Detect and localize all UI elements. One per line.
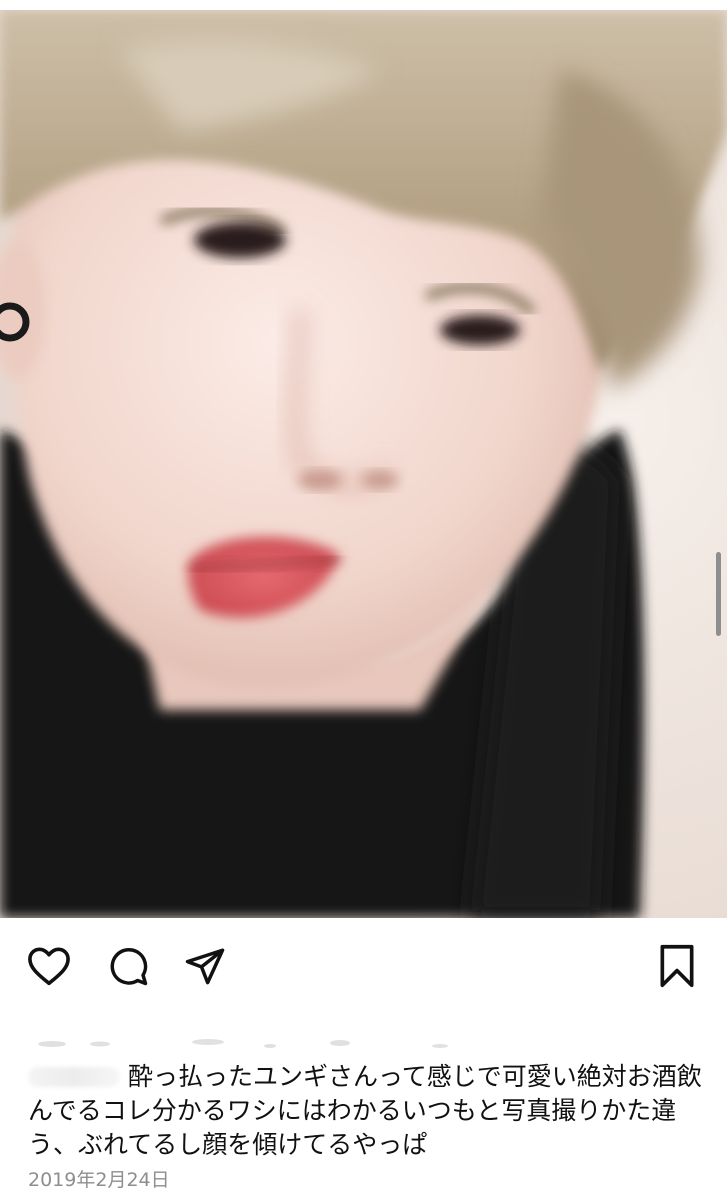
caption-text: 酔っ払ったユンギさんって感じで可愛い絶対お酒飲んでるコレ分かるワシにはわかるいつ… [28, 1062, 702, 1159]
like-button[interactable] [24, 941, 74, 991]
comment-button[interactable] [103, 941, 153, 991]
share-button[interactable] [180, 941, 230, 991]
send-icon [185, 948, 225, 985]
post-photo[interactable] [0, 10, 727, 918]
comment-icon [110, 948, 148, 986]
heart-icon [28, 947, 70, 986]
blurred-username-line [38, 1039, 448, 1048]
save-button[interactable] [652, 941, 702, 991]
post-date: 2019年2月24日 [28, 1169, 170, 1191]
selfie-illustration [0, 10, 727, 918]
scrollbar-thumb[interactable] [716, 552, 721, 636]
instagram-post: 酔っ払ったユンギさんって感じで可愛い絶対お酒飲んでるコレ分かるワシにはわかるいつ… [0, 0, 727, 1200]
post-caption: 酔っ払ったユンギさんって感じで可愛い絶対お酒飲んでるコレ分かるワシにはわかるいつ… [28, 1060, 708, 1162]
blurred-username[interactable] [28, 1067, 120, 1087]
post-action-bar [0, 935, 727, 995]
bookmark-icon [660, 944, 694, 988]
